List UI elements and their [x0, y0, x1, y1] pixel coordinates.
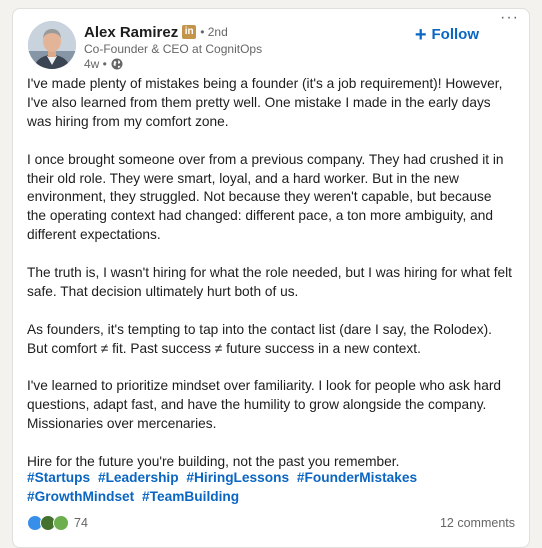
- post-time: 4w •: [84, 57, 107, 71]
- hashtag-link[interactable]: #GrowthMindset: [27, 489, 134, 504]
- hashtag-link[interactable]: #FounderMistakes: [297, 470, 417, 485]
- connection-degree: • 2nd: [200, 25, 228, 39]
- author-headline: Co-Founder & CEO at CognitOps: [84, 42, 263, 56]
- author-name[interactable]: Alex Ramirez: [84, 24, 178, 41]
- support-icon: [53, 515, 69, 531]
- hashtag-list: #Startups #Leadership #HiringLessons #Fo…: [27, 469, 517, 507]
- post-paragraph-5: I've learned to prioritize mindset over …: [27, 378, 502, 432]
- post-paragraph-2: I once brought someone over from a previ…: [27, 151, 504, 243]
- post-body: I've made plenty of mistakes being a fou…: [27, 75, 513, 491]
- social-counts: 74 12 comments: [27, 514, 515, 532]
- avatar[interactable]: [28, 21, 76, 69]
- author-meta: Alex Ramirez in • 2nd Co-Founder & CEO a…: [84, 23, 263, 72]
- hashtag-link[interactable]: #TeamBuilding: [142, 489, 239, 504]
- linkedin-premium-icon: in: [182, 25, 197, 39]
- post-card: ··· Alex Ramirez in • 2nd Co-Founder & C…: [12, 8, 530, 548]
- post-header: Alex Ramirez in • 2nd Co-Founder & CEO a…: [28, 21, 519, 71]
- author-name-row: Alex Ramirez in • 2nd: [84, 23, 262, 41]
- plus-icon: +: [414, 23, 427, 46]
- post-paragraph-1: I've made plenty of mistakes being a fou…: [27, 76, 503, 129]
- follow-button[interactable]: + Follow: [414, 23, 480, 46]
- reactions-count: 74: [74, 516, 88, 530]
- post-time-row: 4w •: [84, 57, 262, 71]
- hashtag-link[interactable]: #HiringLessons: [186, 470, 289, 485]
- globe-icon: [111, 58, 123, 70]
- comments-count[interactable]: 12 comments: [440, 516, 515, 530]
- follow-label: Follow: [431, 26, 480, 43]
- hashtag-link[interactable]: #Startups: [27, 470, 90, 485]
- post-paragraph-4: As founders, it's tempting to tap into t…: [27, 321, 492, 356]
- post-paragraph-3: The truth is, I wasn't hiring for what t…: [27, 265, 512, 299]
- reactions-summary[interactable]: 74: [27, 515, 88, 531]
- hashtag-link[interactable]: #Leadership: [98, 470, 179, 485]
